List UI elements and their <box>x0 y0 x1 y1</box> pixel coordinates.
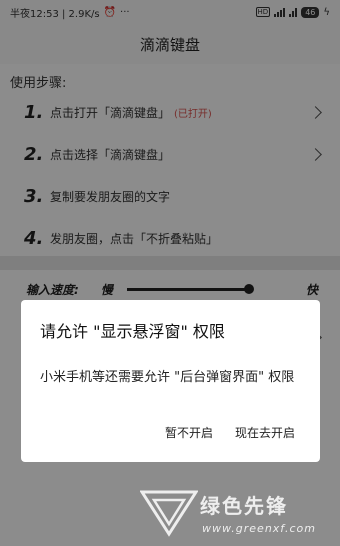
dialog-title: 请允许 "显示悬浮窗" 权限 <box>40 322 225 341</box>
watermark-name: 绿色先锋 <box>200 494 288 518</box>
not-now-button[interactable]: 暂不开启 <box>165 424 213 441</box>
permission-dialog: 请允许 "显示悬浮窗" 权限 小米手机等还需要允许 "后台弹窗界面" 权限 暂不… <box>21 300 320 462</box>
watermark-url: www.greenxf.com <box>202 522 316 535</box>
enable-now-button[interactable]: 现在去开启 <box>235 424 295 441</box>
watermark-logo-icon <box>140 490 198 537</box>
modal-overlay[interactable] <box>0 0 340 546</box>
dialog-message: 小米手机等还需要允许 "后台弹窗界面" 权限 <box>40 370 295 385</box>
